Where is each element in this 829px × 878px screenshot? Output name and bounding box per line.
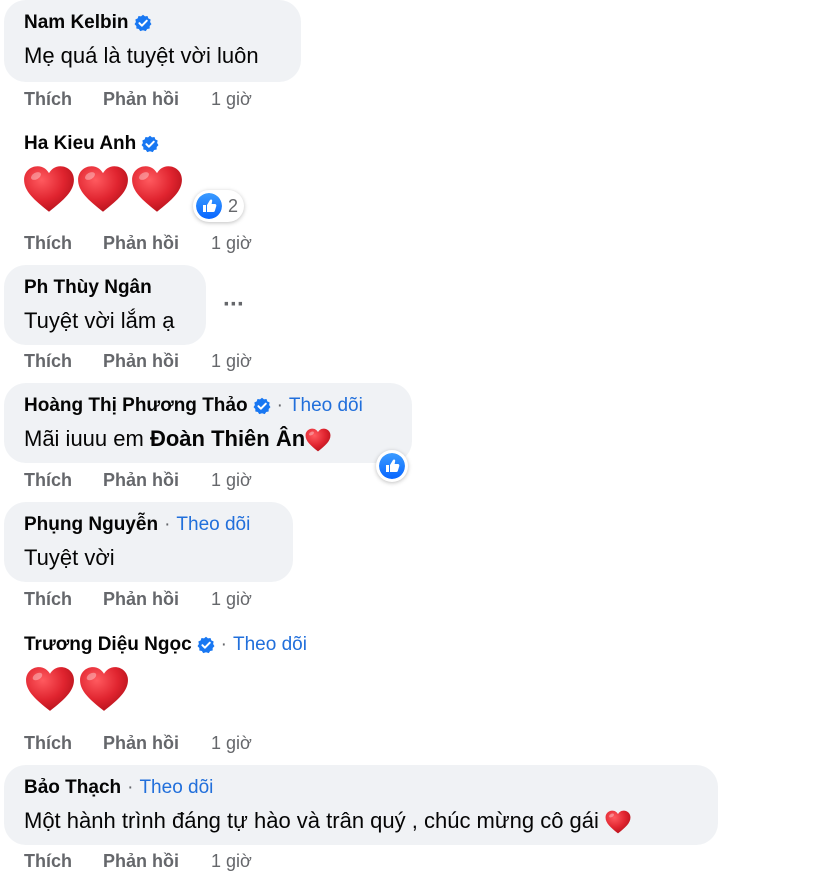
reply-action[interactable]: Phản hồi — [103, 589, 211, 610]
commenter-name[interactable]: Hoàng Thị Phương Thảo — [24, 394, 248, 418]
heart-emoji-icon — [79, 666, 129, 712]
commenter-name[interactable]: Ph Thùy Ngân — [24, 276, 152, 300]
comment-text-prefix: Mãi iuuu em — [24, 426, 150, 451]
comment-text: Mãi iuuu em Đoàn Thiên Ân — [24, 424, 392, 454]
comment-text: Tuyệt vời — [24, 545, 115, 570]
comment-bubble: Bảo Thạch · Theo dõi Một hành trình đáng… — [4, 765, 718, 845]
like-action[interactable]: Thích — [24, 851, 103, 872]
commenter-name[interactable]: Ha Kieu Anh — [24, 132, 136, 156]
like-icon — [379, 453, 405, 479]
comment-actions: Thích Phản hồi 1 giờ — [24, 589, 252, 610]
comment-item: Ph Thùy Ngân Tuyệt vời lắm ạ — [4, 265, 206, 345]
reply-action[interactable]: Phản hồi — [103, 470, 211, 491]
reaction-count-pill[interactable]: 2 — [193, 190, 245, 222]
comment-item: Phụng Nguyễn · Theo dõi Tuyệt vời — [4, 502, 293, 582]
heart-emoji-icon — [77, 165, 129, 213]
follow-link[interactable]: Theo dõi — [233, 633, 307, 657]
comment-time[interactable]: 1 giờ — [211, 589, 252, 610]
comment-text: Mẹ quá là tuyệt vời luôn — [24, 43, 259, 68]
reaction-pill[interactable] — [376, 450, 408, 482]
comment-time[interactable]: 1 giờ — [211, 470, 252, 491]
heart-emoji-row — [23, 165, 183, 213]
comment-bubble: Hoàng Thị Phương Thảo · Theo dõi Mãi iuu… — [4, 383, 412, 463]
like-action[interactable]: Thích — [24, 733, 103, 754]
like-action[interactable]: Thích — [24, 233, 103, 254]
comment-bubble: Phụng Nguyễn · Theo dõi Tuyệt vời — [4, 502, 293, 582]
comment-actions: Thích Phản hồi 1 giờ — [24, 733, 252, 754]
follow-link[interactable]: Theo dõi — [176, 513, 250, 537]
comment-item: Bảo Thạch · Theo dõi Một hành trình đáng… — [4, 765, 718, 845]
reply-action[interactable]: Phản hồi — [103, 733, 211, 754]
reply-action[interactable]: Phản hồi — [103, 351, 211, 372]
reply-action[interactable]: Phản hồi — [103, 89, 211, 110]
verified-badge-icon — [253, 397, 271, 415]
follow-link[interactable]: Theo dõi — [139, 776, 213, 800]
heart-emoji-icon — [23, 165, 75, 213]
separator-dot: · — [127, 777, 134, 798]
separator-dot: · — [276, 395, 283, 416]
comment-actions: Thích Phản hồi 1 giờ — [24, 233, 252, 254]
comment-item: Hoàng Thị Phương Thảo · Theo dõi Mãi iuu… — [4, 383, 412, 463]
like-action[interactable]: Thích — [24, 89, 103, 110]
verified-badge-icon — [197, 636, 215, 654]
comment-actions: Thích Phản hồi 1 giờ — [24, 851, 252, 872]
comment-time[interactable]: 1 giờ — [211, 89, 252, 110]
reply-action[interactable]: Phản hồi — [103, 233, 211, 254]
comment-text: Tuyệt vời lắm ạ — [24, 308, 175, 333]
heart-emoji-row — [25, 666, 129, 712]
mention-link[interactable]: Đoàn Thiên Ân — [150, 426, 305, 451]
separator-dot: · — [220, 634, 227, 655]
heart-emoji-icon — [25, 666, 75, 712]
comment-time[interactable]: 1 giờ — [211, 851, 252, 872]
commenter-name[interactable]: Trương Diệu Ngọc — [24, 633, 192, 657]
verified-badge-icon — [141, 135, 159, 153]
reaction-count: 2 — [228, 195, 239, 216]
comment-time[interactable]: 1 giờ — [211, 733, 252, 754]
like-action[interactable]: Thích — [24, 351, 103, 372]
more-options-icon[interactable]: ··· — [223, 291, 245, 319]
comment-item: Nam Kelbin Mẹ quá là tuyệt vời luôn — [4, 0, 301, 82]
commenter-name[interactable]: Bảo Thạch — [24, 776, 121, 800]
follow-link[interactable]: Theo dõi — [289, 394, 363, 418]
comment-time[interactable]: 1 giờ — [211, 351, 252, 372]
comment-actions: Thích Phản hồi 1 giờ — [24, 351, 252, 372]
separator-dot: · — [164, 514, 171, 535]
heart-emoji-icon — [131, 165, 183, 213]
comment-actions: Thích Phản hồi 1 giờ — [24, 470, 252, 491]
comment-text-body: Một hành trình đáng tự hào và trân quý ,… — [24, 808, 606, 833]
like-action[interactable]: Thích — [24, 589, 103, 610]
comment-time[interactable]: 1 giờ — [211, 233, 252, 254]
comment-actions: Thích Phản hồi 1 giờ — [24, 89, 252, 110]
commenter-name[interactable]: Nam Kelbin — [24, 11, 129, 35]
like-action[interactable]: Thích — [24, 470, 103, 491]
heart-emoji-icon — [305, 428, 331, 452]
heart-emoji-icon — [605, 810, 631, 834]
verified-badge-icon — [134, 14, 152, 32]
commenter-name[interactable]: Phụng Nguyễn — [24, 513, 158, 537]
like-icon — [196, 193, 222, 219]
comment-bubble: Ph Thùy Ngân Tuyệt vời lắm ạ — [4, 265, 206, 345]
reply-action[interactable]: Phản hồi — [103, 851, 211, 872]
comment-bubble: Nam Kelbin Mẹ quá là tuyệt vời luôn — [4, 0, 301, 82]
comment-text: Một hành trình đáng tự hào và trân quý ,… — [24, 806, 698, 836]
